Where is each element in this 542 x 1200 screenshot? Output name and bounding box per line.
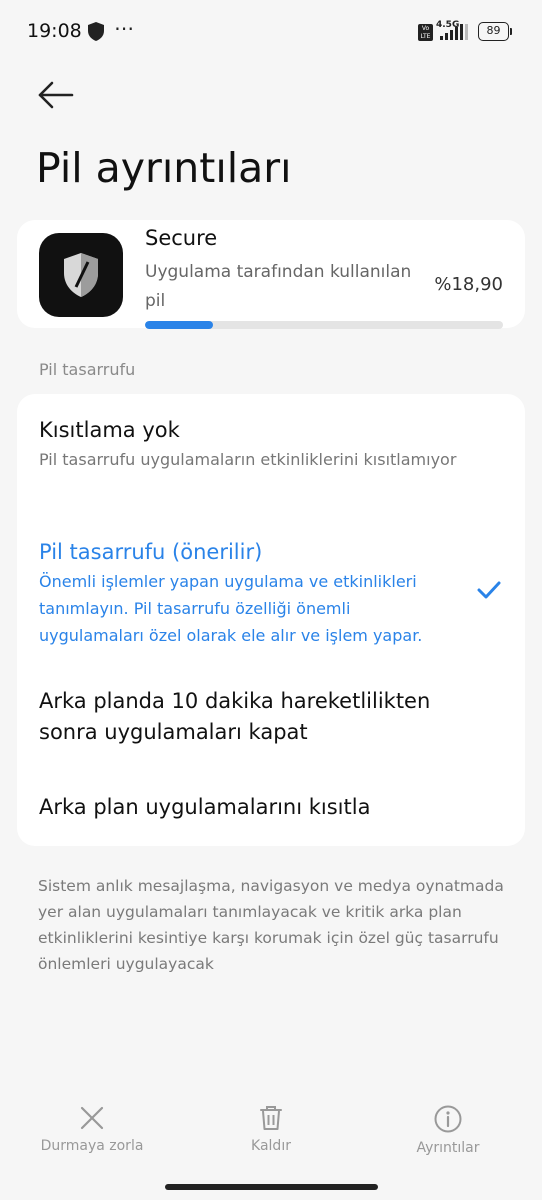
shield-icon bbox=[64, 253, 98, 297]
back-arrow-icon[interactable] bbox=[34, 76, 76, 114]
uninstall-label: Kaldır bbox=[251, 1138, 291, 1154]
volte-icon: Vo LTE bbox=[418, 24, 433, 41]
section-label: Pil tasarrufu bbox=[39, 360, 136, 379]
check-icon bbox=[477, 581, 501, 599]
force-stop-label: Durmaya zorla bbox=[40, 1138, 144, 1154]
option-battery-saver-recommended[interactable]: Pil tasarrufu (önerilir) Önemli işlemler… bbox=[17, 394, 525, 659]
usage-progress-bar bbox=[145, 321, 503, 329]
footer-note: Sistem anlık mesajlaşma, navigasyon ve m… bbox=[38, 877, 504, 973]
close-icon bbox=[80, 1106, 104, 1130]
battery-saver-options: Kısıtlama yok Pil tasarrufu uygulamaları… bbox=[17, 394, 525, 846]
app-usage-value: %18,90 bbox=[434, 274, 503, 295]
bottom-action-bar: Durmaya zorla Kaldır Ayrıntılar bbox=[0, 1098, 542, 1168]
uninstall-button[interactable]: Kaldır bbox=[201, 1098, 341, 1154]
battery-tip bbox=[510, 28, 512, 35]
app-name: Secure bbox=[145, 226, 218, 250]
option-restrict-background[interactable]: Arka plan uygulamalarını kısıtla bbox=[17, 779, 525, 839]
details-label: Ayrıntılar bbox=[416, 1140, 480, 1156]
shield-status-icon bbox=[88, 22, 104, 41]
details-button[interactable]: Ayrıntılar bbox=[378, 1098, 518, 1156]
more-notifications-icon: ⋯ bbox=[114, 16, 135, 40]
option-description: Önemli işlemler yapan uygulama ve etkinl… bbox=[39, 572, 423, 645]
signal-icon bbox=[440, 24, 468, 40]
option-title: Arka planda 10 dakika hareketlilikten so… bbox=[39, 689, 431, 744]
status-bar: 19:08 ⋯ Vo LTE 4.5G 89 bbox=[0, 0, 542, 64]
app-battery-card: Secure Uygulama tarafından kullanılan pi… bbox=[17, 220, 525, 329]
page-title: Pil ayrıntıları bbox=[36, 144, 292, 192]
trash-icon bbox=[260, 1106, 282, 1130]
battery-icon: 89 bbox=[478, 22, 512, 41]
force-stop-button[interactable]: Durmaya zorla bbox=[22, 1098, 162, 1154]
status-time: 19:08 bbox=[27, 20, 82, 42]
usage-progress-fill bbox=[145, 321, 213, 329]
app-icon bbox=[39, 233, 123, 317]
option-close-after-10-min[interactable]: Arka planda 10 dakika hareketlilikten so… bbox=[17, 674, 525, 764]
battery-level: 89 bbox=[478, 22, 509, 41]
option-title: Pil tasarrufu (önerilir) bbox=[39, 540, 263, 564]
info-icon bbox=[434, 1105, 462, 1133]
app-usage-label: Uygulama tarafından kullanılan pil bbox=[145, 262, 412, 311]
option-title: Arka plan uygulamalarını kısıtla bbox=[39, 795, 371, 819]
home-indicator[interactable] bbox=[165, 1184, 378, 1190]
